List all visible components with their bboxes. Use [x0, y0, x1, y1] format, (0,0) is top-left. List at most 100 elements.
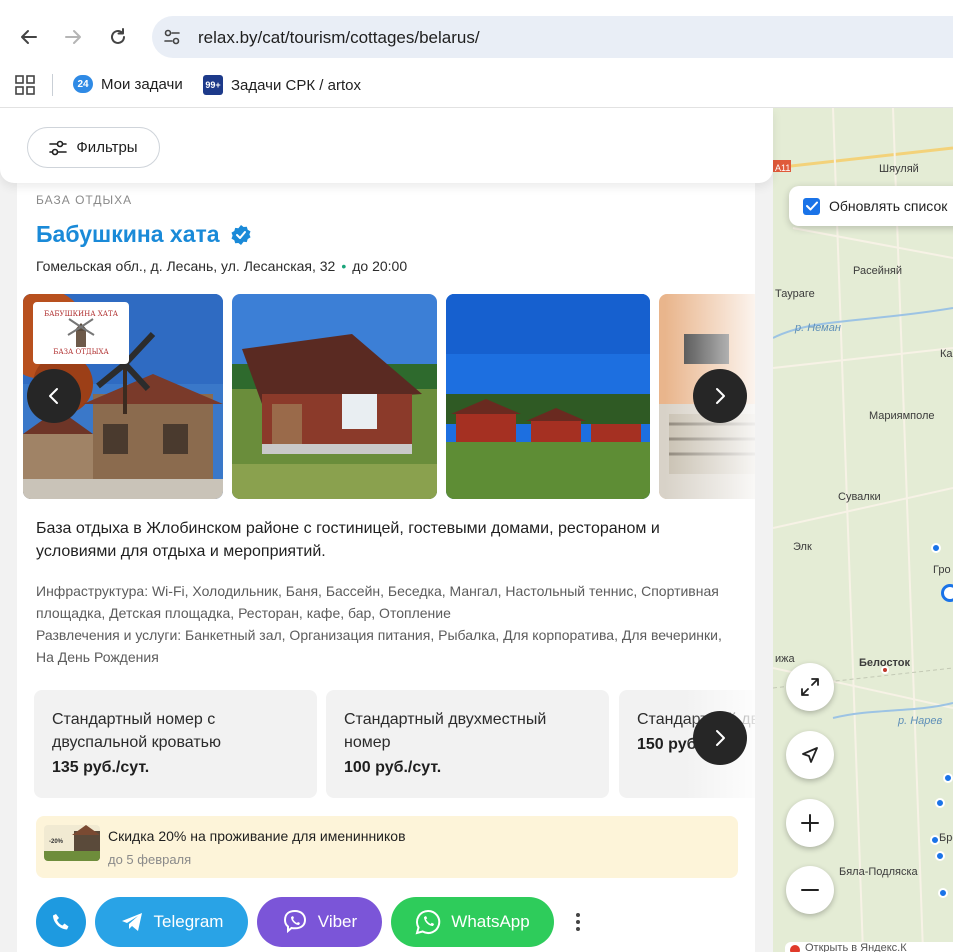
listing-description: База отдыха в Жлобинском районе с гостин… — [36, 520, 660, 560]
gallery-prev-button[interactable] — [27, 369, 81, 423]
yandex-pin-icon — [790, 945, 800, 952]
windmill-logo-icon — [67, 318, 95, 347]
map-marker[interactable] — [935, 851, 945, 861]
rooms-next-button[interactable] — [693, 711, 747, 765]
site-settings-icon[interactable] — [162, 27, 182, 47]
whatsapp-icon — [415, 909, 441, 935]
map-marker[interactable] — [943, 773, 953, 783]
bookmark-srk-tasks[interactable]: 99+ Задачи СРК / artox — [203, 75, 361, 95]
minus-icon — [801, 889, 819, 891]
zoom-out-button[interactable] — [786, 866, 834, 914]
bookmark-label: Мои задачи — [101, 75, 183, 93]
bookmark-my-tasks[interactable]: 24 Мои задачи — [73, 75, 183, 93]
bookmarks-separator — [52, 74, 53, 96]
map-label: ижа — [775, 653, 795, 665]
forward-arrow-icon — [65, 30, 81, 44]
reload-button[interactable] — [103, 22, 133, 52]
map-label: Брест — [939, 832, 953, 844]
fullscreen-button[interactable] — [786, 663, 834, 711]
filters-button[interactable]: Фильтры — [27, 127, 160, 168]
listing-address: Гомельская обл., д. Лесань, ул. Лесанска… — [36, 258, 336, 274]
whatsapp-button[interactable]: WhatsApp — [391, 897, 554, 947]
listing-title[interactable]: Бабушкина хата — [36, 221, 220, 248]
listing-card: БАЗА ОТДЫХА Бабушкина хата Гомельская об… — [17, 178, 755, 952]
gallery-photo[interactable] — [446, 294, 650, 499]
apps-grid-icon[interactable] — [15, 75, 35, 100]
bitrix-icon: 24 — [73, 75, 93, 93]
telegram-button[interactable]: Telegram — [95, 897, 248, 947]
map-label: Шяуляй — [879, 163, 919, 175]
location-arrow-icon — [802, 747, 818, 763]
room-card[interactable]: Стандартный номер с двуспальной кроватью… — [34, 690, 317, 798]
viber-icon — [283, 909, 306, 934]
room-name: Стандартный двухместный номер — [344, 711, 547, 751]
back-button[interactable] — [14, 22, 44, 52]
room-card[interactable]: Стандартный двухместный номер 100 руб./с… — [326, 690, 609, 798]
map-marker[interactable] — [935, 798, 945, 808]
chevron-left-icon — [49, 388, 58, 404]
filter-bar: Фильтры — [0, 108, 773, 183]
gallery-next-button[interactable] — [693, 369, 747, 423]
listing-logo: БАБУШКИНА ХАТА БАЗА ОТДЫХА — [33, 302, 129, 364]
promo-date: до 5 февраля — [108, 852, 192, 867]
map-cluster-marker[interactable] — [941, 584, 953, 602]
room-price: 135 руб./сут. — [52, 759, 150, 776]
map-river-label: р. Неман — [795, 322, 841, 334]
map-marker[interactable] — [938, 888, 948, 898]
listing-hours: до 20:00 — [352, 258, 408, 274]
map-label: Мариямполе — [869, 410, 935, 422]
verified-icon — [231, 224, 251, 245]
more-vertical-icon — [576, 913, 580, 931]
title-row: Бабушкина хата — [36, 221, 252, 248]
reload-icon — [111, 28, 125, 44]
update-list-label: Обновлять список — [829, 198, 948, 214]
map-label: Таураге — [775, 288, 815, 300]
geolocation-button[interactable] — [786, 731, 834, 779]
promo-title: Скидка 20% на проживание для именинников — [108, 828, 406, 844]
photo-gallery[interactable]: БАБУШКИНА ХАТА БАЗА ОТДЫХА — [17, 294, 755, 499]
open-status-dot: • — [341, 258, 347, 274]
update-list-toggle[interactable]: Обновлять список — [789, 186, 953, 226]
forward-button[interactable] — [58, 22, 88, 52]
checkbox-checked-icon[interactable] — [803, 197, 820, 215]
room-price: 100 руб./сут. — [344, 759, 442, 776]
map-river-label: р. Нарев — [898, 715, 943, 727]
telegram-label: Telegram — [153, 912, 224, 931]
map-marker[interactable] — [931, 543, 941, 553]
map-panel[interactable]: A11 Шяуляй Расейняй Таураге р. Неман Ка … — [773, 108, 953, 952]
sliders-icon — [49, 140, 68, 155]
zoom-in-button[interactable] — [786, 799, 834, 847]
url-text[interactable]: relax.by/cat/tourism/cottages/belarus/ — [198, 28, 480, 48]
listing-features: Инфраструктура: Wi-Fi, Холодильник, Баня… — [36, 580, 736, 668]
page-content: Фильтры БАЗА ОТДЫХА Бабушкина хата Гомел… — [0, 108, 953, 952]
promo-thumb-text: -20% — [49, 839, 64, 845]
address-bar[interactable]: relax.by/cat/tourism/cottages/belarus/ — [152, 16, 953, 58]
promo-banner[interactable]: -20% Скидка 20% на проживание для именин… — [36, 816, 738, 878]
map-city-marker — [881, 666, 889, 674]
bookmark-label: Задачи СРК / artox — [231, 76, 361, 94]
more-options-button[interactable] — [563, 897, 593, 947]
chevron-right-icon — [716, 730, 725, 746]
map-label: Сувалки — [838, 491, 881, 503]
map-marker[interactable] — [930, 835, 940, 845]
gallery-photo[interactable] — [232, 294, 437, 499]
rooms-carousel[interactable]: Стандартный номер с двуспальной кроватью… — [34, 690, 755, 798]
browser-toolbar: relax.by/cat/tourism/cottages/belarus/ — [0, 0, 953, 66]
tasks-icon: 99+ — [203, 75, 223, 95]
telegram-icon — [121, 913, 142, 931]
plus-icon — [801, 814, 819, 832]
chevron-right-icon — [716, 388, 725, 404]
listing-address-row: Гомельская обл., д. Лесань, ул. Лесанска… — [36, 258, 407, 274]
logo-text-top: БАБУШКИНА ХАТА — [43, 310, 119, 318]
map-footer-text: Открыть в Яндекс.К — [805, 942, 907, 952]
room-name: Стандартный номер с двуспальной кроватью — [52, 711, 221, 751]
map-label: Элк — [793, 541, 812, 553]
listing-column: Фильтры БАЗА ОТДЫХА Бабушкина хата Гомел… — [0, 108, 773, 952]
services-text: Развлечения и услуги: Банкетный зал, Орг… — [36, 627, 722, 665]
filters-label: Фильтры — [76, 139, 138, 156]
open-in-yandex-link[interactable]: Открыть в Яндекс.К — [785, 942, 953, 952]
promo-thumbnail: -20% — [44, 825, 100, 861]
viber-button[interactable]: Viber — [257, 897, 382, 947]
expand-icon — [801, 678, 819, 696]
phone-button[interactable] — [36, 897, 86, 947]
